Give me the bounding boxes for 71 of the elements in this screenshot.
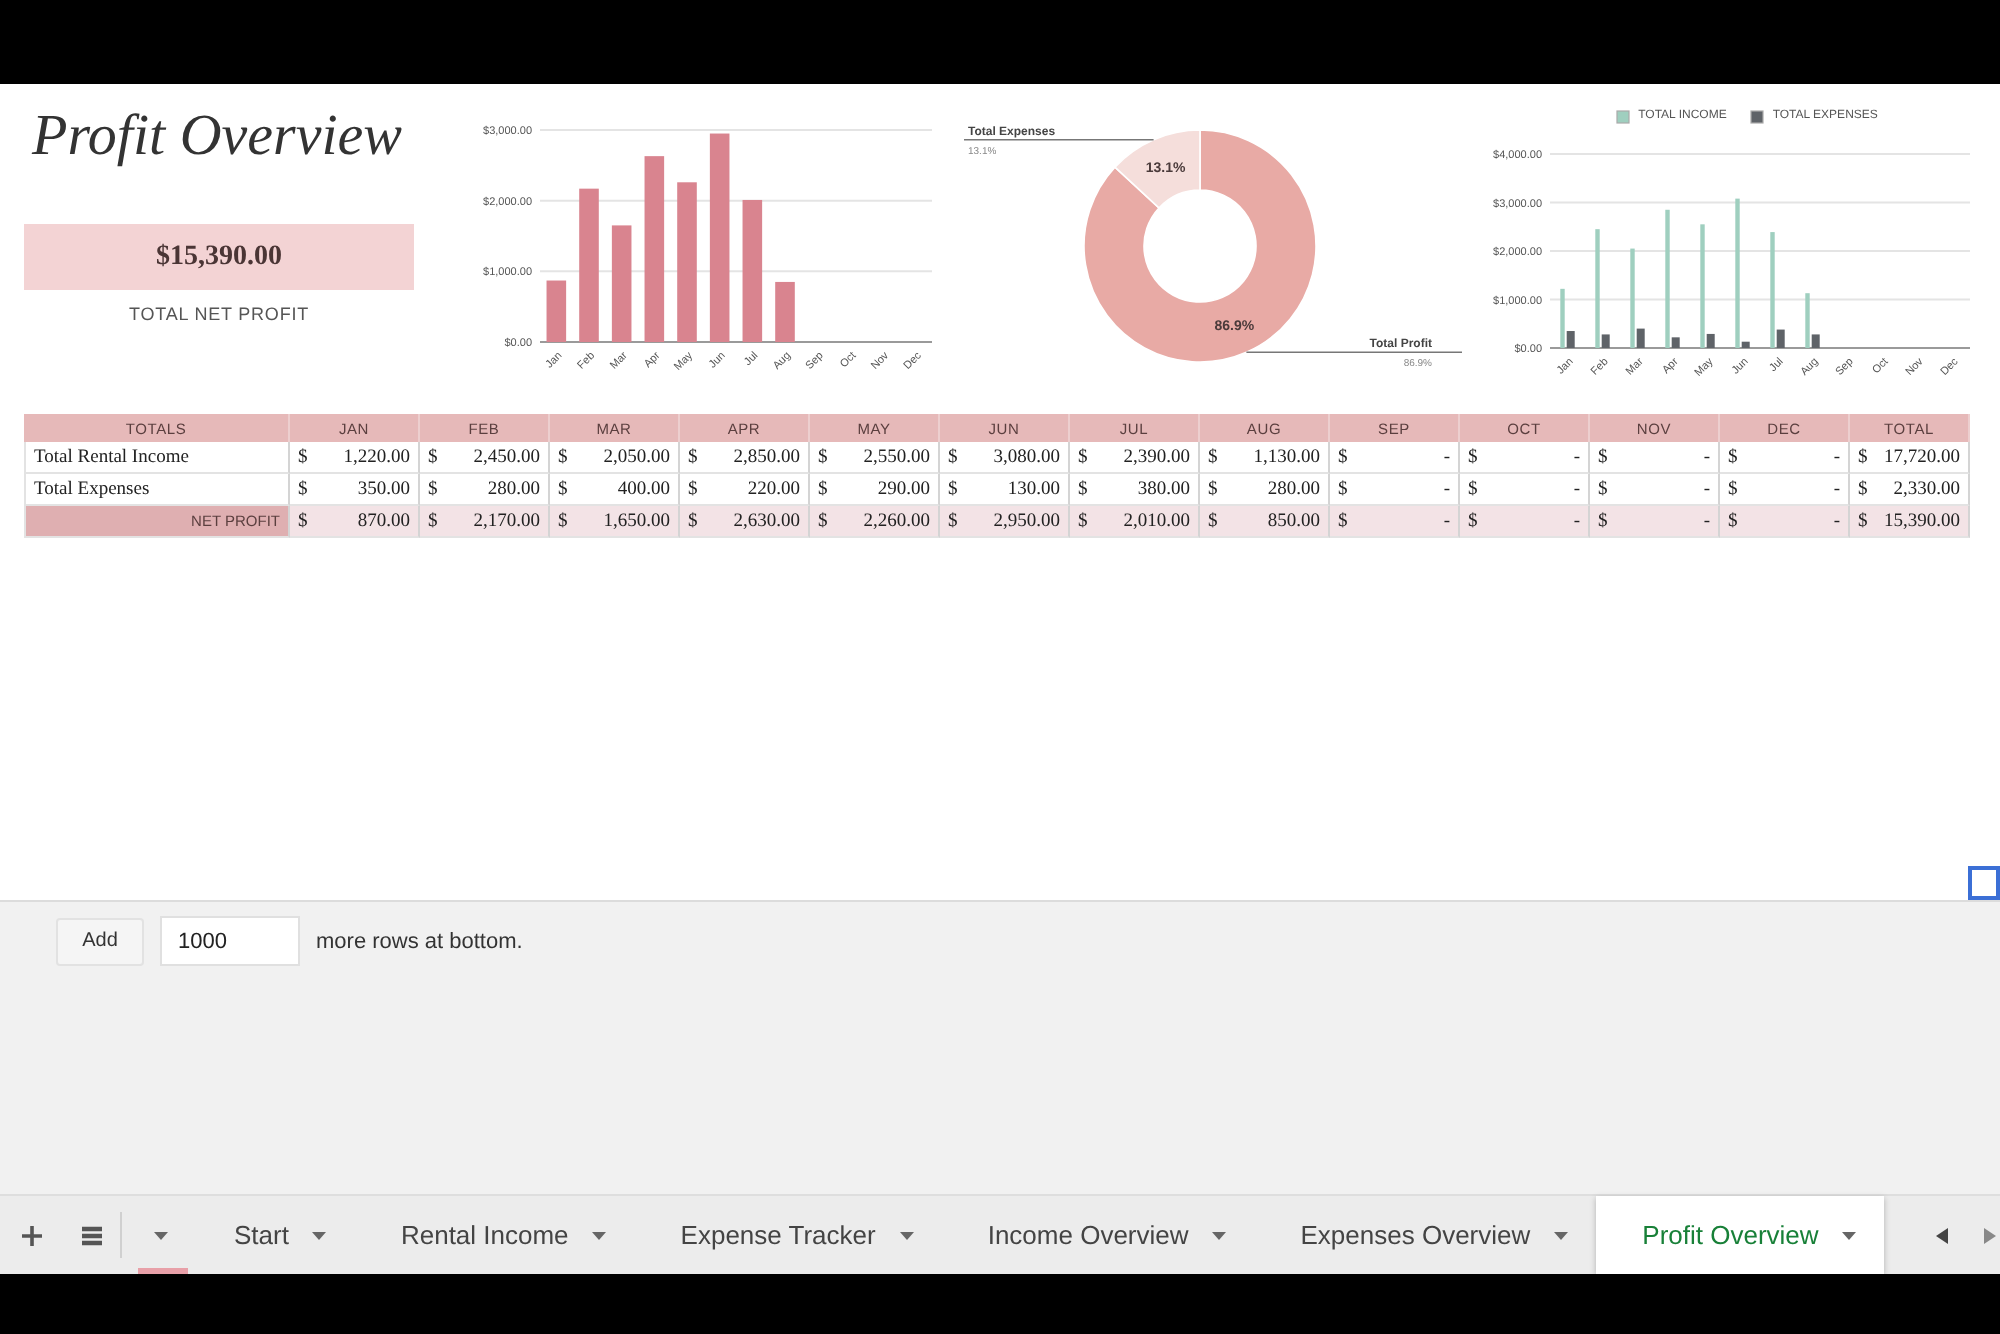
table-cell: $ - — [1330, 474, 1460, 506]
row-label: Total Expenses — [24, 474, 290, 506]
table-cell: $ 280.00 — [1200, 474, 1330, 506]
page-title: Profit Overview — [29, 102, 402, 172]
table-cell: $ 17,720.00 — [1850, 442, 1970, 474]
left-triangle-icon[interactable] — [1936, 1227, 1948, 1243]
table-cell: $ 1,220.00 — [290, 442, 420, 474]
table-cell: $ 3,080.00 — [940, 442, 1070, 474]
table-cell: $ 280.00 — [420, 474, 550, 506]
table-cell: $ - — [1720, 506, 1850, 538]
table-cell: $ - — [1460, 474, 1590, 506]
list-icon[interactable] — [82, 1225, 102, 1245]
row-count-field[interactable]: 1000 — [160, 916, 300, 966]
sheet-tab[interactable]: Profit Overview — [1596, 1196, 1885, 1274]
chart-bar — [742, 199, 763, 342]
table-cell: $ - — [1460, 506, 1590, 538]
chart-bar — [775, 281, 795, 342]
sheet-tab[interactable]: Start — [188, 1196, 355, 1274]
table-cell: $ 130.00 — [940, 474, 1070, 506]
table-cell: $ - — [1460, 442, 1590, 474]
caret-icon[interactable] — [154, 1231, 168, 1239]
table-cell: $ 290.00 — [810, 474, 940, 506]
caret-icon[interactable] — [1212, 1231, 1227, 1239]
table-cell: $ 2,330.00 — [1850, 474, 1970, 506]
table-cell: $ 400.00 — [550, 474, 680, 506]
table-cell: $ 2,450.00 — [420, 442, 550, 474]
sheet-tab[interactable]: Income Overview — [941, 1196, 1255, 1274]
plus-icon[interactable] — [22, 1225, 42, 1245]
table-cell: $ 2,170.00 — [420, 506, 550, 538]
chart-bar — [546, 280, 567, 342]
caret-icon[interactable] — [1554, 1231, 1569, 1239]
table-cell: $ - — [1590, 506, 1720, 538]
table-cell: $ 220.00 — [680, 474, 810, 506]
legend-swatch-icon — [1616, 109, 1631, 123]
add-rows-text: more rows at bottom. — [316, 929, 523, 953]
sheet-tab[interactable]: Rental Income — [354, 1196, 635, 1274]
table-cell: $ 1,130.00 — [1200, 442, 1330, 474]
legend-swatch-icon — [1750, 109, 1765, 123]
square-outline-icon[interactable] — [1968, 866, 2000, 900]
table-cell: $ 2,010.00 — [1070, 506, 1200, 538]
table-cell: $ - — [1590, 474, 1720, 506]
table-cell: $ - — [1720, 474, 1850, 506]
caret-icon[interactable] — [1842, 1231, 1857, 1239]
table-cell: $ 850.00 — [1200, 506, 1330, 538]
table-cell: $ 2,390.00 — [1070, 442, 1200, 474]
row-label: Total Rental Income — [24, 442, 290, 474]
table-cell: $ 2,550.00 — [810, 442, 940, 474]
caret-icon[interactable] — [312, 1231, 327, 1239]
table-cell: $ - — [1590, 442, 1720, 474]
table-cell: $ 2,260.00 — [810, 506, 940, 538]
table-cell: $ - — [1330, 442, 1460, 474]
sheet-tab[interactable]: Expense Tracker — [634, 1196, 942, 1274]
table-cell: $ 2,850.00 — [680, 442, 810, 474]
chart-bar — [611, 225, 632, 342]
table-cell: $ - — [1330, 506, 1460, 538]
table-cell: $ 380.00 — [1070, 474, 1200, 506]
table-cell: $ 2,630.00 — [680, 506, 810, 538]
table-cell: $ 15,390.00 — [1850, 506, 1970, 538]
right-triangle-icon[interactable] — [1984, 1227, 1996, 1243]
add-button[interactable]: Add — [56, 917, 144, 965]
table-cell: $ 2,050.00 — [550, 442, 680, 474]
table-cell: $ 1,650.00 — [550, 506, 680, 538]
caret-icon[interactable] — [592, 1231, 607, 1239]
sheet-tab[interactable]: Expenses Overview — [1254, 1196, 1597, 1274]
table-cell: $ - — [1720, 442, 1850, 474]
table-cell: $ 350.00 — [290, 474, 420, 506]
net-profit-value: $15,390.00 — [24, 224, 414, 290]
caret-icon[interactable] — [899, 1231, 914, 1239]
table-cell: $ 2,950.00 — [940, 506, 1070, 538]
table-cell: $ 870.00 — [290, 506, 420, 538]
net-profit-label: TOTAL NET PROFIT — [128, 304, 310, 324]
